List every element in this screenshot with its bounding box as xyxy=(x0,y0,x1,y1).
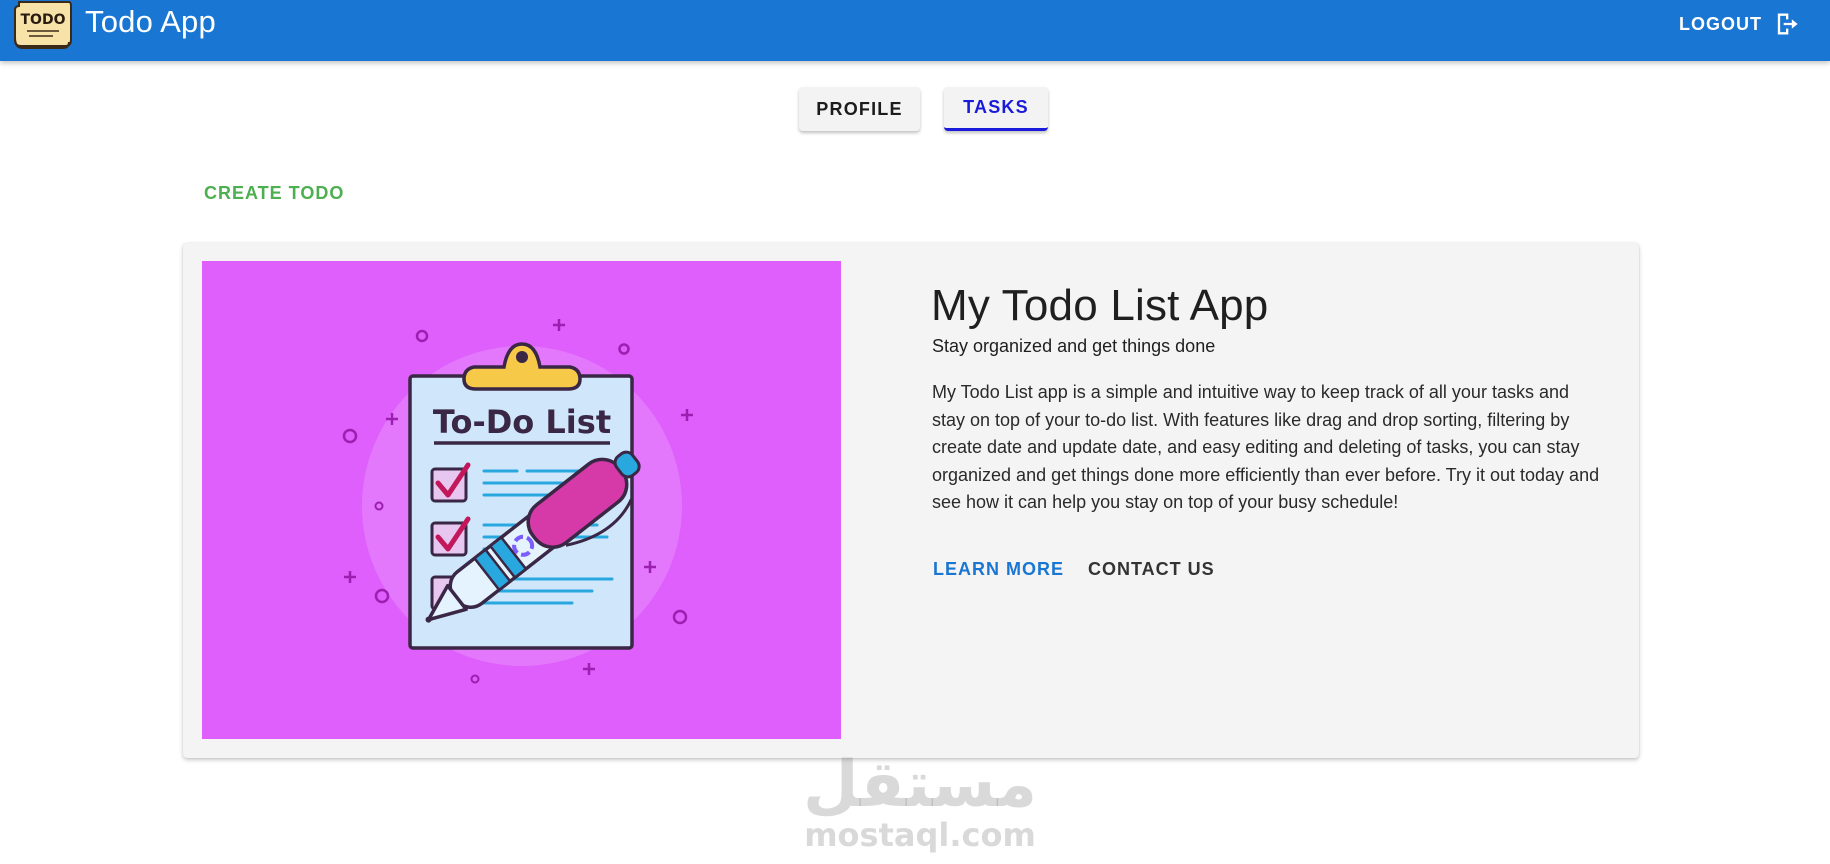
todo-clipboard-illustration: To-Do List xyxy=(342,319,693,684)
tab-tasks[interactable]: TASKS xyxy=(944,87,1048,131)
svg-text:To-Do List: To-Do List xyxy=(433,403,611,441)
watermark-arabic: مستقل xyxy=(802,748,1038,822)
logout-icon xyxy=(1777,13,1798,35)
app-info-card: To-Do List My Todo List App Stay organiz… xyxy=(183,243,1639,758)
tab-profile[interactable]: PROFILE xyxy=(799,87,920,131)
card-title: My Todo List App xyxy=(931,281,1269,330)
card-subtitle: Stay organized and get things done xyxy=(932,336,1216,356)
svg-text:TODO: TODO xyxy=(21,12,66,28)
card-description: My Todo List app is a simple and intuiti… xyxy=(932,382,1600,512)
create-todo-button[interactable]: CREATE TODO xyxy=(204,183,344,204)
logout-button[interactable]: LOGOUT xyxy=(1679,8,1800,40)
card-image: To-Do List xyxy=(202,261,841,739)
todo-note-icon: TODO xyxy=(13,0,75,50)
learn-more-button[interactable]: LEARN MORE xyxy=(933,559,1064,580)
app-bar: TODO Todo App LOGOUT xyxy=(0,0,1830,61)
logout-label: LOGOUT xyxy=(1679,13,1762,34)
app-title: Todo App xyxy=(85,4,216,39)
watermark-latin: mostaql.com xyxy=(804,816,1036,854)
contact-us-button[interactable]: CONTACT US xyxy=(1088,559,1215,580)
watermark: مستقل mostaql.com xyxy=(790,752,1050,852)
